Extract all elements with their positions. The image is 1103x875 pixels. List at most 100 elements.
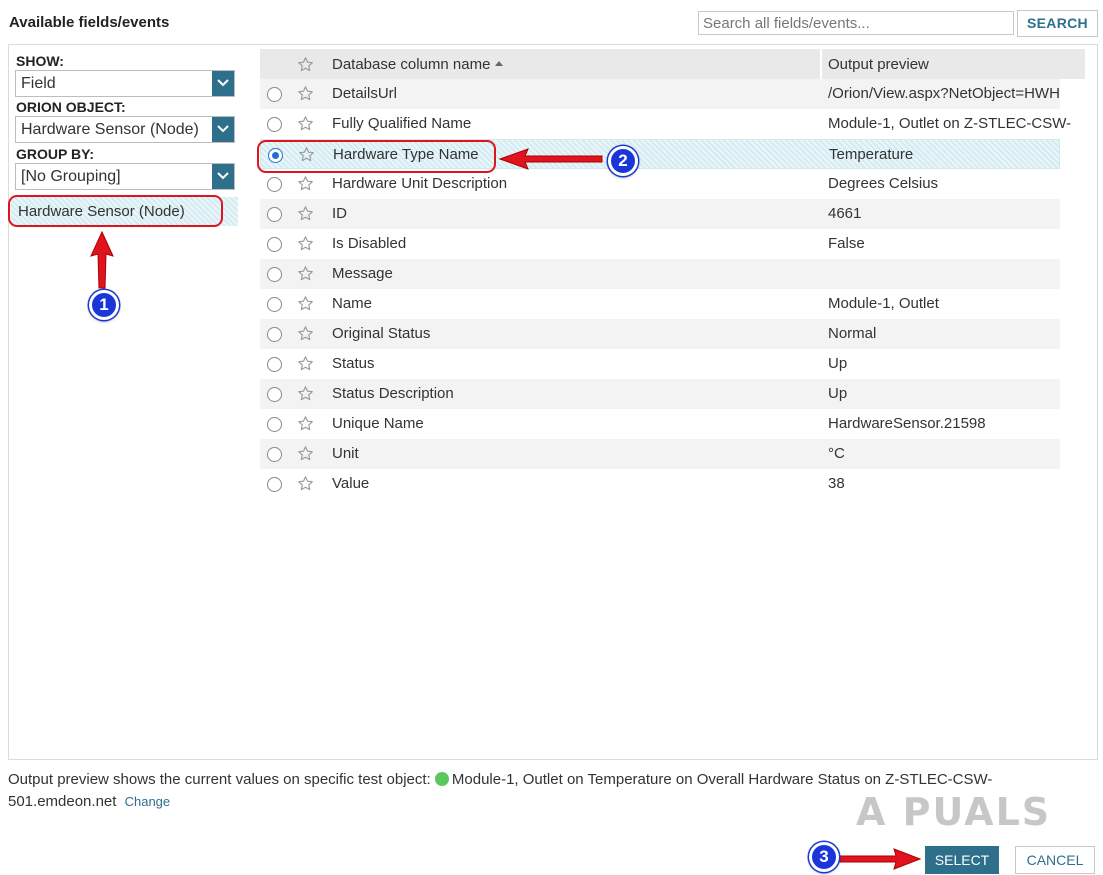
column-name-cell: Is Disabled bbox=[332, 235, 407, 252]
step-badge-1: 1 bbox=[89, 290, 119, 320]
column-name-cell: ID bbox=[332, 205, 347, 222]
group-by-value: [No Grouping] bbox=[21, 168, 121, 185]
row-radio-button[interactable] bbox=[267, 327, 282, 342]
column-name-cell: Hardware Unit Description bbox=[332, 175, 508, 192]
star-icon[interactable] bbox=[297, 235, 314, 256]
search-input[interactable] bbox=[698, 11, 1014, 35]
highlight-box-2 bbox=[257, 140, 496, 173]
orion-object-value: Hardware Sensor (Node) bbox=[21, 121, 199, 138]
column-name-cell: Original Status bbox=[332, 325, 431, 342]
row-radio-button[interactable] bbox=[267, 387, 282, 402]
output-preview-cell: 4661 bbox=[828, 205, 862, 222]
step-badge-3: 3 bbox=[809, 842, 839, 872]
star-icon[interactable] bbox=[297, 205, 314, 226]
output-preview-cell: 38 bbox=[828, 475, 845, 492]
column-name-cell: Value bbox=[332, 475, 370, 492]
show-label: SHOW: bbox=[16, 53, 64, 69]
table-row[interactable]: Unique Name HardwareSensor.21598 bbox=[260, 409, 1060, 439]
star-icon[interactable] bbox=[297, 475, 314, 496]
annotation-arrow-2 bbox=[498, 148, 603, 170]
test-object-host: 501.emdeon.net bbox=[8, 793, 117, 810]
output-preview-cell: False bbox=[828, 235, 865, 252]
chevron-down-icon[interactable] bbox=[212, 164, 234, 189]
row-radio-button[interactable] bbox=[267, 357, 282, 372]
appuals-watermark-logo: A PUALS bbox=[856, 790, 1052, 834]
row-radio-button[interactable] bbox=[267, 87, 282, 102]
table-row[interactable]: ID 4661 bbox=[260, 199, 1060, 229]
table-row[interactable]: Status Up bbox=[260, 349, 1060, 379]
row-radio-button[interactable] bbox=[267, 297, 282, 312]
cancel-button[interactable]: CANCEL bbox=[1015, 846, 1095, 874]
output-preview-cell: Up bbox=[828, 355, 848, 372]
table-row[interactable]: Hardware Unit Description Degrees Celsius bbox=[260, 169, 1060, 199]
output-preview-cell: Module-1, Outlet bbox=[828, 295, 939, 312]
output-preview-cell: Normal bbox=[828, 325, 877, 342]
annotation-arrow-1 bbox=[90, 230, 114, 289]
star-icon[interactable] bbox=[297, 325, 314, 346]
output-preview-cell: °C bbox=[828, 445, 845, 462]
table-row[interactable]: Is Disabled False bbox=[260, 229, 1060, 259]
column-header-preview[interactable]: Output preview bbox=[828, 56, 929, 73]
column-header-name[interactable]: Database column name bbox=[332, 56, 504, 73]
star-icon[interactable] bbox=[297, 115, 314, 136]
row-radio-button[interactable] bbox=[267, 447, 282, 462]
status-up-icon bbox=[434, 772, 449, 786]
star-icon[interactable] bbox=[297, 265, 314, 286]
output-preview-cell: Temperature bbox=[829, 146, 914, 163]
star-icon[interactable] bbox=[297, 385, 314, 406]
table-row[interactable]: Original Status Normal bbox=[260, 319, 1060, 349]
table-row[interactable]: Value 38 bbox=[260, 469, 1060, 499]
show-dropdown[interactable]: Field bbox=[15, 70, 235, 97]
star-icon[interactable] bbox=[297, 175, 314, 196]
chevron-down-icon[interactable] bbox=[212, 117, 234, 142]
row-radio-button[interactable] bbox=[267, 237, 282, 252]
table-header: Database column name Output preview bbox=[260, 49, 1085, 79]
dialog-title: Available fields/events bbox=[9, 14, 170, 31]
row-radio-button[interactable] bbox=[267, 477, 282, 492]
star-icon[interactable] bbox=[297, 295, 314, 316]
row-radio-button[interactable] bbox=[267, 117, 282, 132]
chevron-down-icon[interactable] bbox=[212, 71, 234, 96]
output-preview-cell: Module-1, Outlet on Z-STLEC-CSW- bbox=[828, 115, 1072, 132]
select-button[interactable]: SELECT bbox=[925, 846, 999, 874]
highlight-box-1 bbox=[8, 195, 223, 227]
output-preview-cell: /Orion/View.aspx?NetObject=HWH bbox=[828, 85, 1060, 102]
column-name-cell: DetailsUrl bbox=[332, 85, 398, 102]
column-divider bbox=[820, 49, 822, 79]
show-dropdown-value: Field bbox=[21, 75, 56, 92]
column-name-cell: Status Description bbox=[332, 385, 454, 402]
column-name-cell: Name bbox=[332, 295, 373, 312]
table-row[interactable]: Fully Qualified Name Module-1, Outlet on … bbox=[260, 109, 1071, 139]
group-by-label: GROUP BY: bbox=[16, 146, 95, 162]
group-by-dropdown[interactable]: [No Grouping] bbox=[15, 163, 235, 190]
star-icon[interactable] bbox=[297, 415, 314, 436]
star-icon[interactable] bbox=[297, 56, 314, 77]
table-row[interactable]: Status Description Up bbox=[260, 379, 1060, 409]
annotation-arrow-3 bbox=[839, 848, 922, 870]
orion-object-label: ORION OBJECT: bbox=[16, 99, 126, 115]
change-link[interactable]: Change bbox=[125, 794, 171, 809]
column-name-cell: Unique Name bbox=[332, 415, 424, 432]
table-row[interactable]: DetailsUrl/Orion/View.aspx?NetObject=HWH bbox=[260, 79, 1060, 109]
sort-ascending-icon bbox=[495, 61, 504, 66]
column-name-cell: Unit bbox=[332, 445, 359, 462]
column-name-cell: Fully Qualified Name bbox=[332, 115, 472, 132]
output-preview-cell: Up bbox=[828, 385, 848, 402]
row-radio-button[interactable] bbox=[267, 267, 282, 282]
output-preview-cell: Degrees Celsius bbox=[828, 175, 939, 192]
column-name-cell: Status bbox=[332, 355, 375, 372]
table-row[interactable]: Unit °C bbox=[260, 439, 1060, 469]
search-button[interactable]: SEARCH bbox=[1017, 10, 1098, 37]
table-row[interactable]: Name Module-1, Outlet bbox=[260, 289, 1060, 319]
star-icon[interactable] bbox=[297, 355, 314, 376]
column-name-cell: Message bbox=[332, 265, 393, 282]
orion-object-dropdown[interactable]: Hardware Sensor (Node) bbox=[15, 116, 235, 143]
row-radio-button[interactable] bbox=[267, 417, 282, 432]
row-radio-button[interactable] bbox=[267, 207, 282, 222]
table-row[interactable]: Message bbox=[260, 259, 1060, 289]
row-radio-button[interactable] bbox=[267, 177, 282, 192]
star-icon[interactable] bbox=[297, 85, 314, 106]
step-badge-2: 2 bbox=[608, 146, 638, 176]
star-icon[interactable] bbox=[297, 445, 314, 466]
test-object-name: Module-1, Outlet on Temperature on Overa… bbox=[451, 771, 993, 788]
